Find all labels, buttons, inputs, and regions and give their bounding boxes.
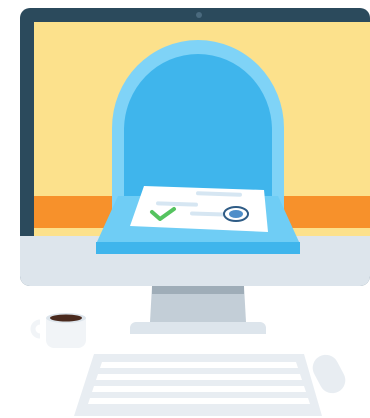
webcam-dot <box>196 12 202 18</box>
stand-neck-shadow <box>152 286 244 294</box>
keyboard <box>74 354 322 416</box>
keyboard-row <box>100 362 298 368</box>
stand-base <box>130 322 266 334</box>
coffee <box>50 314 82 322</box>
coffee-cup <box>30 313 86 348</box>
monitor-stand <box>130 286 266 334</box>
keyboard-row <box>88 398 310 404</box>
keyboard-row <box>92 386 306 392</box>
email-illustration <box>20 8 370 416</box>
stamp-icon-center <box>229 210 243 218</box>
email-letter <box>130 186 268 232</box>
cup-handle <box>30 319 41 339</box>
mailbox-tray-front <box>96 242 300 254</box>
keyboard-row <box>96 374 302 380</box>
